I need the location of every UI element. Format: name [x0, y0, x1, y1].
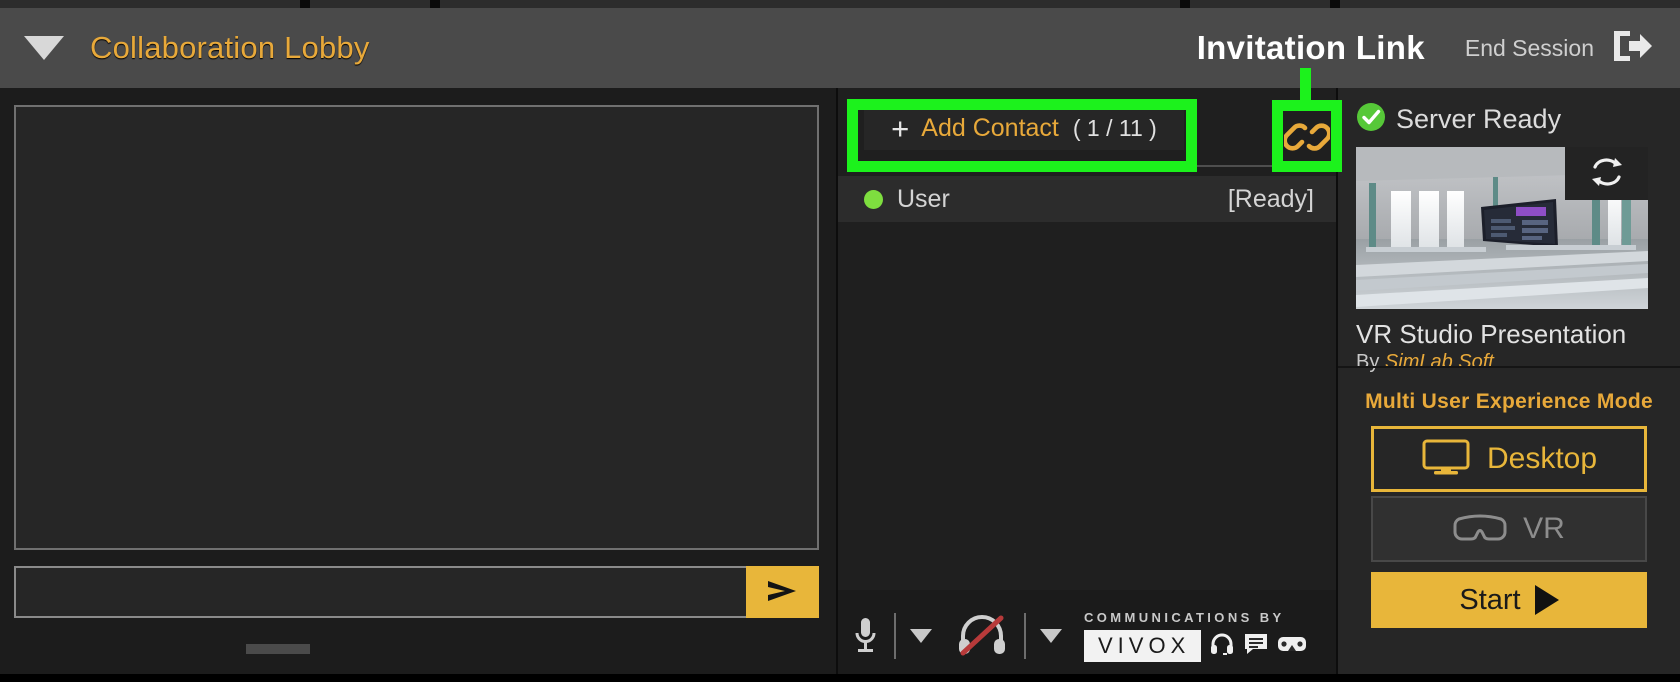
- session-info-panel: Server Ready VR Studio Presentation By S…: [1338, 88, 1680, 682]
- microphone-device-dropdown[interactable]: [910, 629, 932, 643]
- header-right-group: Invitation Link End Session: [1197, 29, 1654, 68]
- status-badge: [Ready]: [1227, 184, 1314, 213]
- caret-down-icon[interactable]: [24, 36, 64, 60]
- communications-by-label: COMMUNICATIONS BY: [1084, 610, 1285, 625]
- mode-section-title: Multi User Experience Mode: [1365, 390, 1653, 413]
- invitation-link-button[interactable]: [1282, 114, 1332, 165]
- by-prefix: By: [1356, 351, 1380, 373]
- contacts-divider: [864, 165, 1298, 167]
- author-name: SimLab Soft: [1384, 351, 1494, 373]
- table-row[interactable]: User [Ready]: [838, 176, 1336, 222]
- experience-thumbnail[interactable]: [1356, 147, 1648, 309]
- send-arrow-icon: [763, 577, 803, 608]
- chat-bubble-icon: [1243, 632, 1269, 661]
- exit-door-icon[interactable]: [1612, 29, 1654, 68]
- play-triangle-icon: [1534, 585, 1559, 615]
- status-dot-icon: [864, 189, 883, 209]
- divider: [894, 613, 896, 659]
- server-status-label: Server Ready: [1396, 104, 1562, 134]
- headset-mute-toggle-button[interactable]: [954, 612, 1010, 661]
- experience-title: VR Studio Presentation: [1356, 319, 1627, 349]
- panel-resize-grip[interactable]: [246, 644, 310, 654]
- chat-log: [14, 105, 819, 550]
- end-session-label[interactable]: End Session: [1465, 35, 1594, 62]
- server-status: Server Ready: [1356, 102, 1680, 137]
- add-contact-button[interactable]: + Add Contact ( 1 / 11 ): [864, 106, 1184, 150]
- add-contact-count: ( 1 / 11 ): [1072, 114, 1157, 141]
- caret-down-icon: [910, 629, 932, 643]
- page-title: Collaboration Lobby: [90, 30, 370, 65]
- vr-headset-icon: [1453, 509, 1507, 550]
- chain-link-icon: [1282, 123, 1332, 164]
- audio-device-dropdown[interactable]: [1040, 629, 1062, 643]
- contacts-panel: + Add Contact ( 1 / 11 ) User [Ready] CO…: [838, 88, 1336, 682]
- invitation-link-annotation-pointer: [1300, 68, 1311, 106]
- add-contact-label: Add Contact: [921, 113, 1059, 142]
- window-bottom-strip: [0, 674, 1680, 682]
- headset-icon: [1209, 631, 1235, 662]
- check-circle-icon: [1356, 102, 1386, 137]
- lobby-header: Collaboration Lobby Invitation Link End …: [0, 8, 1680, 88]
- plus-icon: +: [891, 110, 910, 146]
- invitation-link-annotation-label: Invitation Link: [1196, 29, 1425, 66]
- monitor-icon: [1421, 438, 1471, 481]
- microphone-icon: [850, 614, 880, 659]
- vivox-branding: COMMUNICATIONS BY VIVOX: [1084, 610, 1307, 662]
- microphone-toggle-button[interactable]: [850, 614, 880, 659]
- divider: [1338, 366, 1680, 368]
- mode-option-vr[interactable]: VR: [1371, 496, 1647, 562]
- communications-bar: COMMUNICATIONS BY VIVOX: [838, 590, 1336, 682]
- refresh-icon: [1588, 156, 1626, 191]
- mode-label-vr: VR: [1523, 512, 1565, 545]
- collaboration-lobby-window: Collaboration Lobby Invitation Link End …: [0, 0, 1680, 682]
- contact-name: User: [897, 184, 950, 213]
- window-top-strip: [0, 0, 1680, 8]
- experience-author: By SimLab Soft: [1356, 351, 1680, 374]
- caret-down-icon: [1040, 629, 1062, 643]
- vivox-logo: VIVOX: [1084, 630, 1202, 662]
- mode-option-desktop[interactable]: Desktop: [1371, 426, 1647, 492]
- start-label: Start: [1459, 583, 1521, 616]
- headset-muted-icon: [954, 612, 1010, 661]
- vr-headset-icon: [1277, 633, 1307, 660]
- divider: [1024, 613, 1026, 659]
- chat-panel: [0, 88, 836, 682]
- send-message-button[interactable]: [746, 566, 819, 618]
- chat-message-input[interactable]: [14, 566, 746, 618]
- refresh-thumbnail-button[interactable]: [1565, 147, 1648, 200]
- start-button[interactable]: Start: [1371, 572, 1647, 628]
- chat-input-row: [14, 566, 819, 618]
- mode-label-desktop: Desktop: [1486, 442, 1598, 475]
